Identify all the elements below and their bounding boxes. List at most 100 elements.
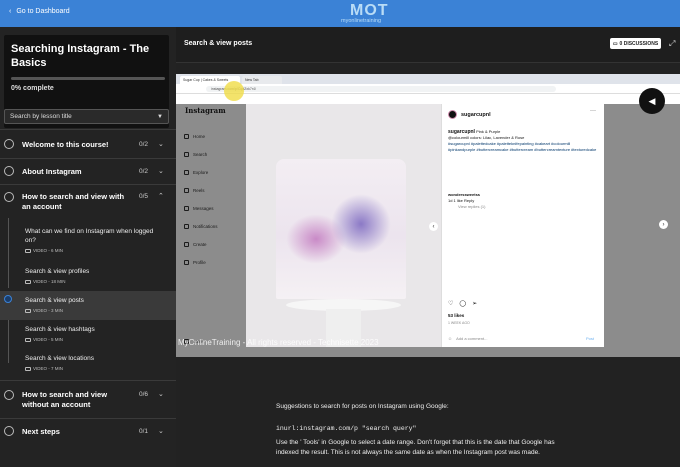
section-count: 0/2 bbox=[139, 141, 149, 148]
heart-icon: ♡ bbox=[448, 301, 454, 307]
lesson-meta: VIDEO - 6 MIN bbox=[25, 248, 63, 253]
section-count: 0/1 bbox=[139, 428, 149, 435]
lesson-title: Search & view hashtags bbox=[25, 326, 95, 333]
description-intro: Suggestions to search for posts on Insta… bbox=[276, 403, 449, 410]
section-status-icon bbox=[4, 166, 14, 176]
comment-icon: ▭ bbox=[612, 40, 618, 47]
section-welcome[interactable]: Welcome to this course! 0/2 ⌄ bbox=[0, 129, 176, 158]
lesson-status-icon bbox=[4, 295, 12, 303]
lesson-connector bbox=[8, 349, 9, 363]
chevron-down-icon: ⌄ bbox=[158, 168, 164, 175]
cake-post-image bbox=[246, 104, 441, 347]
instagram-post-panel: sugarcupnl ··· sugarcupnl Pink & Purple … bbox=[441, 104, 604, 347]
lesson-header-title: Search & view posts bbox=[184, 40, 253, 47]
likes-count: 53 likes bbox=[448, 313, 465, 318]
video-icon bbox=[25, 337, 31, 342]
video-watermark: MyOnlineTraining - All rights reserved -… bbox=[178, 338, 379, 347]
section-count: 0/5 bbox=[139, 193, 149, 200]
logo-subtitle: myonlinetraining bbox=[341, 18, 382, 24]
section-search-without-account[interactable]: How to search and view without an accoun… bbox=[0, 380, 176, 418]
lesson-meta: VIDEO - 3 MIN bbox=[25, 308, 63, 313]
description-code: inurl:instagram.com/p "search query" bbox=[276, 424, 417, 432]
video-icon bbox=[25, 308, 31, 313]
section-title: About Instagram bbox=[22, 167, 82, 176]
lesson-item[interactable]: Search & view profiles VIDEO - 18 MIN bbox=[0, 258, 176, 288]
url-text: instagram.com/p/CqdZxk7r4/ bbox=[206, 86, 556, 92]
video-icon bbox=[25, 279, 31, 284]
share-icon: ➢ bbox=[472, 301, 478, 307]
section-count: 0/6 bbox=[139, 391, 149, 398]
lesson-title: Search & view posts bbox=[25, 297, 84, 304]
add-comment-row: ☺ Add a comment... Post bbox=[448, 336, 595, 341]
description-body: Use the ' Tools' in Google to select a d… bbox=[276, 439, 555, 456]
video-icon bbox=[25, 248, 31, 253]
lesson-title: What can we find on Instagram when logge… bbox=[25, 228, 154, 244]
section-title: How to search and view without an accoun… bbox=[22, 390, 108, 409]
comment-icon: ◯ bbox=[459, 301, 467, 307]
chevron-down-icon: ⌄ bbox=[158, 391, 164, 398]
lesson-item[interactable]: Search & view hashtags VIDEO - 5 MIN bbox=[0, 320, 176, 349]
lesson-search-select[interactable]: Search by lesson title ▼ bbox=[4, 109, 169, 124]
lesson-main: Search & view posts ▭ 0 DISCUSSIONS ⤢ Su… bbox=[176, 27, 680, 467]
chevron-left-icon: ‹ bbox=[9, 8, 12, 15]
chevron-down-icon: ⌄ bbox=[158, 428, 164, 435]
caret-down-icon: ▼ bbox=[157, 114, 163, 120]
top-bar: ‹ Go to Dashboard MOT myonlinetraining bbox=[0, 0, 680, 27]
lesson-connector bbox=[8, 218, 9, 258]
post-date: 1 WEEK AGO bbox=[448, 321, 470, 325]
go-to-dashboard-label: Go to Dashboard bbox=[16, 8, 70, 15]
cursor-highlight bbox=[224, 81, 244, 101]
emoji-icon: ☺ bbox=[448, 336, 453, 341]
video-icon bbox=[25, 366, 31, 371]
discussions-button[interactable]: ▭ 0 DISCUSSIONS bbox=[610, 38, 661, 49]
lesson-meta: VIDEO - 7 MIN bbox=[25, 366, 63, 371]
lesson-title: Search & view profiles bbox=[25, 268, 90, 275]
avatar bbox=[448, 110, 457, 119]
section-title: Welcome to this course! bbox=[22, 140, 109, 149]
lesson-search-label: Search by lesson title bbox=[10, 113, 72, 120]
lesson-meta: VIDEO - 5 MIN bbox=[25, 337, 63, 342]
browser-address-bar: instagram.com/p/CqdZxk7r4/ bbox=[176, 84, 680, 94]
post-caption: sugarcupnl Pink & Purple @colourmill col… bbox=[448, 129, 597, 152]
brand-logo[interactable]: MOT myonlinetraining bbox=[339, 2, 395, 26]
section-about-instagram[interactable]: About Instagram 0/2 ⌄ bbox=[0, 158, 176, 184]
chevron-up-icon: ⌃ bbox=[158, 193, 164, 200]
video-player[interactable]: Sugar Cup | Cakes & Sweets New Tab insta… bbox=[176, 74, 680, 357]
lesson-meta: VIDEO - 18 MIN bbox=[25, 279, 66, 284]
more-options-icon: ··· bbox=[590, 108, 596, 114]
expand-icon[interactable]: ⤢ bbox=[669, 39, 675, 49]
section-search-with-account[interactable]: How to search and view with an account 0… bbox=[0, 184, 176, 218]
go-to-dashboard-link[interactable]: ‹ Go to Dashboard bbox=[9, 8, 70, 15]
chevron-left-icon: ‹ bbox=[429, 222, 438, 231]
lesson-title: Search & view locations bbox=[25, 355, 95, 362]
course-sidebar: Searching Instagram - The Basics 0% comp… bbox=[0, 27, 176, 467]
lesson-header: Search & view posts ▭ 0 DISCUSSIONS ⤢ bbox=[176, 27, 680, 63]
section-title: How to search and view with an account bbox=[22, 192, 125, 211]
volume-icon[interactable]: ◀ bbox=[639, 88, 665, 114]
browser-tab-strip: Sugar Cup | Cakes & Sweets New Tab bbox=[176, 74, 680, 84]
course-title: Searching Instagram - The Basics bbox=[11, 43, 150, 69]
lesson-connector bbox=[8, 320, 9, 349]
lesson-connector bbox=[8, 258, 9, 288]
section-status-icon bbox=[4, 426, 14, 436]
section-status-icon bbox=[4, 390, 14, 400]
post-author: sugarcupnl bbox=[448, 110, 491, 119]
course-progress-bar bbox=[11, 77, 165, 80]
lesson-description: Suggestions to search for posts on Insta… bbox=[276, 402, 576, 457]
progress-label: 0% complete bbox=[11, 85, 54, 92]
section-status-icon bbox=[4, 139, 14, 149]
cake-decoration bbox=[331, 194, 391, 254]
section-status-icon bbox=[4, 192, 14, 202]
post-comment: wonderssweetss 1d 1 like Reply View repl… bbox=[448, 192, 486, 209]
lesson-item[interactable]: What can we find on Instagram when logge… bbox=[0, 218, 176, 258]
section-next-steps[interactable]: Next steps 0/1 ⌄ bbox=[0, 418, 176, 444]
lesson-item[interactable]: Search & view locations VIDEO - 7 MIN bbox=[0, 349, 176, 379]
section-title: Next steps bbox=[22, 427, 60, 436]
discussions-label: 0 DISCUSSIONS bbox=[619, 40, 659, 47]
lesson-item-active[interactable]: Search & view posts VIDEO - 3 MIN bbox=[0, 291, 176, 320]
chevron-down-icon: ⌄ bbox=[158, 141, 164, 148]
browser-tab: New Tab bbox=[242, 76, 282, 84]
post-actions: ♡ ◯ ➢ bbox=[448, 300, 477, 307]
chevron-right-icon: › bbox=[659, 220, 668, 229]
section-count: 0/2 bbox=[139, 168, 149, 175]
